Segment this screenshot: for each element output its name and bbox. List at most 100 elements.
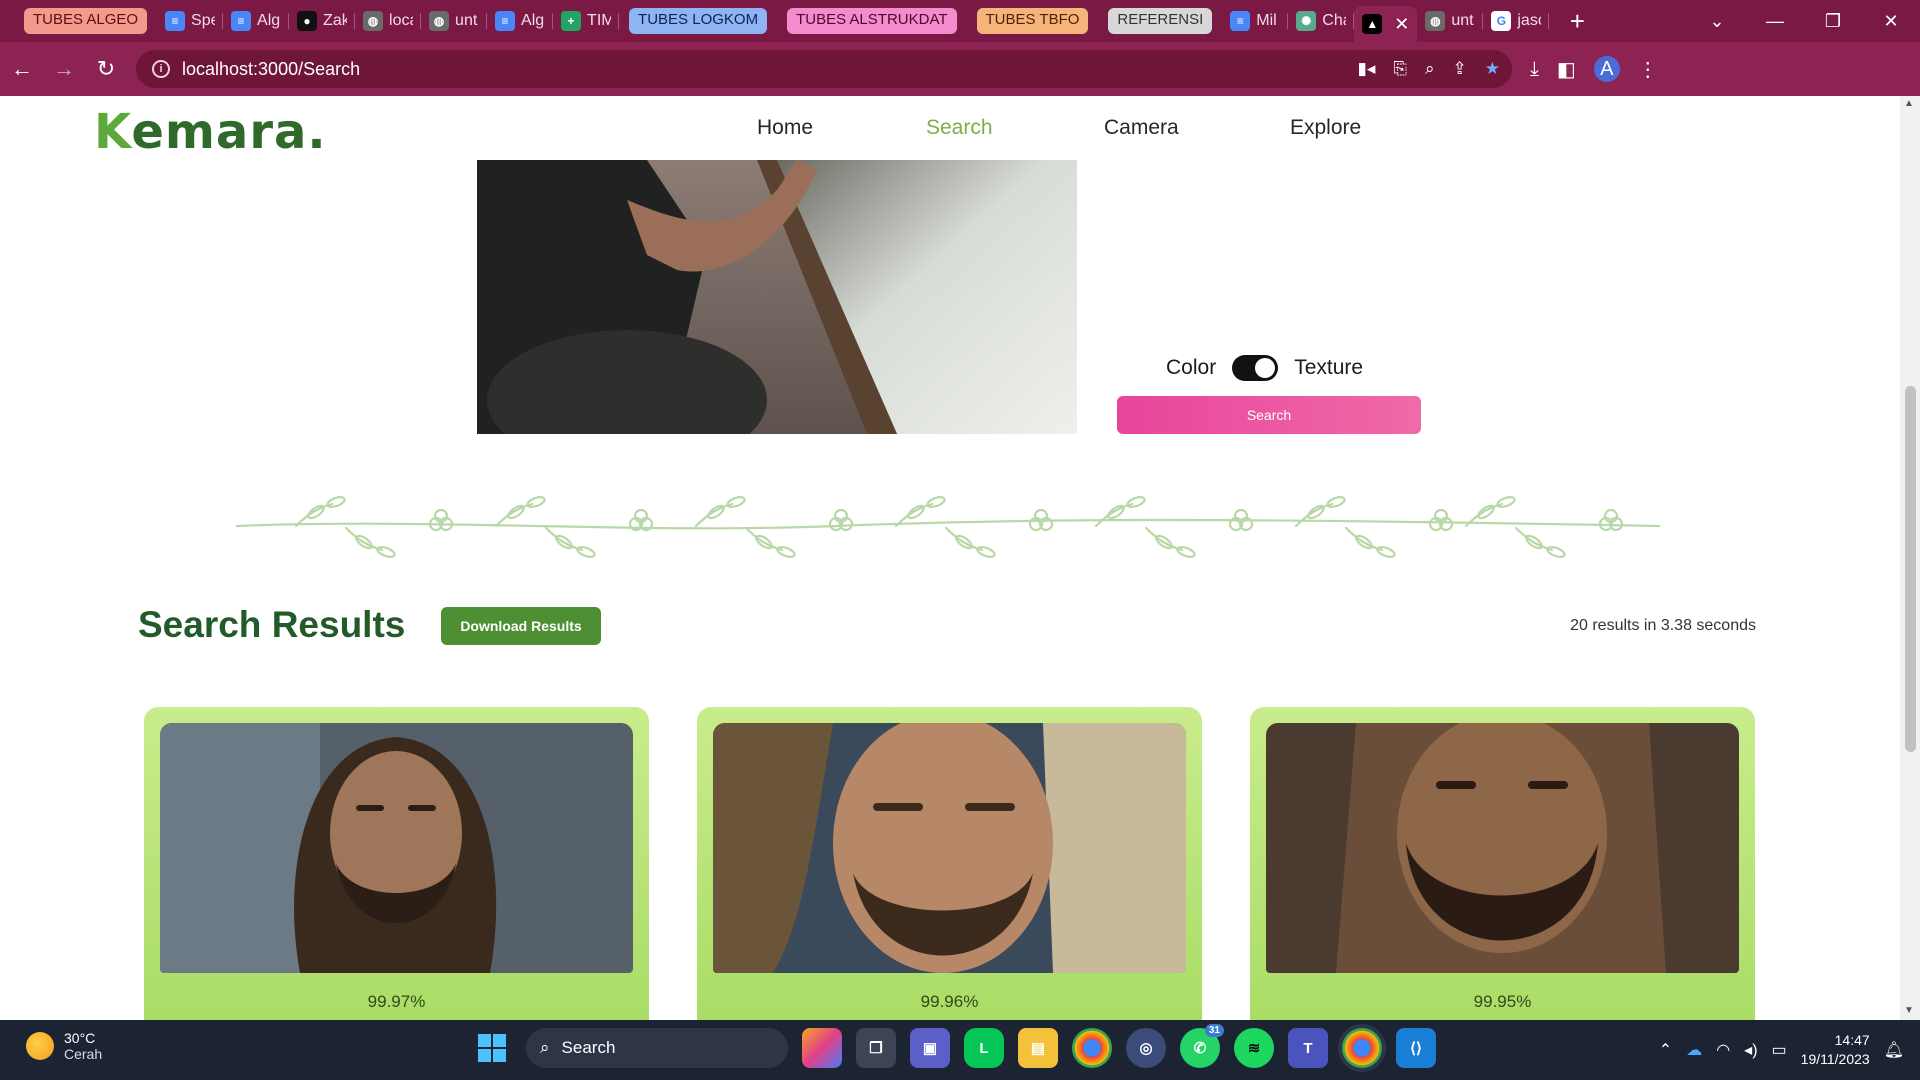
address-bar[interactable]: i localhost:3000/Search ▮◂ ⎘ ⌕ ⇪ ★ [136, 50, 1512, 88]
tab-group-chip[interactable]: TUBES TBFO [976, 8, 1089, 34]
system-clock[interactable]: 14:47 19/11/2023 [1801, 1031, 1870, 1069]
new-tab-button[interactable]: + [1563, 6, 1591, 37]
teams-chat-icon[interactable]: ▣ [910, 1028, 950, 1068]
result-card[interactable]: 99.97% [144, 707, 649, 1020]
browser-tab[interactable]: ≡ Alg [223, 6, 290, 36]
site-logo[interactable]: Kemara. [94, 104, 327, 160]
zoom-icon[interactable]: ⌕ [1425, 59, 1435, 79]
windows-start-icon[interactable] [472, 1028, 512, 1068]
spotify-icon[interactable]: ≋ [1234, 1028, 1274, 1068]
volume-icon[interactable]: ◂) [1744, 1040, 1757, 1060]
back-button[interactable]: ← [2, 49, 42, 89]
minimize-button[interactable]: — [1746, 11, 1804, 32]
profile-avatar[interactable]: A [1593, 56, 1620, 82]
search-button[interactable]: Search [1117, 396, 1421, 434]
taskbar-search[interactable]: ⌕ Search [526, 1028, 788, 1068]
tray-overflow-icon[interactable]: ⌃ [1659, 1040, 1672, 1060]
browser-tab[interactable]: ● Zak [289, 6, 356, 36]
vscode-icon[interactable]: ⟨⟩ [1396, 1028, 1436, 1068]
side-panel-icon[interactable]: ◧ [1557, 57, 1576, 82]
switch-knob [1255, 358, 1276, 378]
browser-tab[interactable]: ✺ Cha [1288, 6, 1355, 36]
download-icon[interactable]: ⤓ [1530, 58, 1539, 81]
notifications-bell-icon[interactable]: 🔔︎ [1884, 1040, 1904, 1060]
results-count: 20 results in 3.38 seconds [1570, 617, 1756, 634]
whatsapp-icon[interactable]: ✆ 31 [1180, 1024, 1224, 1068]
toggle-texture-label: Texture [1294, 356, 1364, 379]
restore-button[interactable]: ❐ [1804, 11, 1862, 32]
toolbar-actions: ⤓ ◧ A ⋮ [1530, 56, 1658, 82]
scroll-up-arrow[interactable]: ▲ [1904, 98, 1914, 109]
globe-icon: ◍ [363, 11, 384, 31]
tab-title: Alg [521, 12, 545, 29]
page-scrollbar[interactable]: ▲ ▼ [1900, 96, 1920, 1020]
browser-tab[interactable]: Gjaso [1483, 6, 1550, 36]
browser-toolbar: ← → ↻ i localhost:3000/Search ▮◂ ⎘ ⌕ ⇪ ★… [0, 42, 1920, 96]
clock-date: 19/11/2023 [1800, 1051, 1870, 1067]
translate-icon[interactable]: ⎘ [1393, 59, 1407, 79]
color-texture-toggle: Color Texture [1166, 355, 1363, 381]
tab-list: TUBES ALGEO ≡ Spe ≡ Alg ● Zak ◍ loca ◍ unt ≡ Alg + TIM… [14, 0, 1550, 42]
result-image [160, 723, 633, 973]
scrollbar-thumb[interactable] [1905, 386, 1916, 752]
copilot-icon[interactable] [802, 1028, 842, 1068]
result-card[interactable]: 99.95% [1250, 707, 1755, 1020]
wifi-icon[interactable]: ◠ [1716, 1040, 1730, 1060]
result-card[interactable]: 99.96% [697, 707, 1202, 1020]
nav-camera[interactable]: Camera [1104, 116, 1179, 140]
browser-tab[interactable]: ≡ Spe [157, 6, 224, 36]
globe-icon: ◍ [429, 11, 450, 31]
tab-title: Zak [323, 12, 348, 29]
forward-button[interactable]: → [44, 49, 84, 89]
tab-title: unt [1451, 12, 1474, 29]
mode-switch[interactable] [1232, 355, 1279, 381]
browser-tab[interactable]: ≡ Mil [1222, 6, 1289, 36]
weather-temp: 30°C [64, 1030, 96, 1046]
download-results-button[interactable]: Download Results [441, 607, 601, 645]
share-icon[interactable]: ⇪ [1453, 59, 1467, 79]
result-image [713, 723, 1186, 973]
menu-icon[interactable]: ⋮ [1638, 57, 1658, 82]
tab-title: unt [455, 12, 478, 29]
teams-icon[interactable]: T [1288, 1028, 1328, 1068]
university-app-icon[interactable]: ◎ [1126, 1028, 1166, 1068]
nav-search[interactable]: Search [926, 116, 993, 140]
nav-home[interactable]: Home [757, 116, 813, 140]
tab-search-icon[interactable]: ⌄ [1688, 11, 1746, 32]
battery-icon[interactable]: ▭ [1772, 1040, 1787, 1060]
site-info-icon[interactable]: i [152, 60, 170, 78]
browser-tab-active[interactable]: ▲ ✕ [1354, 6, 1418, 42]
browser-tab[interactable]: + TIM [553, 6, 620, 36]
chrome-profile-icon[interactable] [1342, 1028, 1382, 1068]
chrome-icon[interactable] [1072, 1028, 1112, 1068]
close-window-button[interactable]: ✕ [1862, 11, 1920, 32]
docs-icon: ≡ [495, 11, 516, 31]
tab-group-chip[interactable]: TUBES LOGKOM [629, 8, 768, 34]
bookmark-star-icon[interactable]: ★ [1485, 59, 1500, 79]
tab-title: Cha [1322, 12, 1346, 29]
weather-widget[interactable]: 30°C Cerah [26, 1030, 102, 1062]
browser-tab[interactable]: ≡ Alg [487, 6, 554, 36]
line-icon[interactable]: L [964, 1028, 1004, 1068]
docs-icon: ≡ [231, 11, 252, 31]
scroll-down-arrow[interactable]: ▼ [1904, 1005, 1914, 1016]
tab-group-chip[interactable]: TUBES ALGEO [24, 8, 148, 34]
google-icon: G [1491, 11, 1512, 31]
browser-tab[interactable]: ◍ loca [355, 6, 422, 36]
search-results-title: Search Results [138, 604, 406, 645]
window-controls: ⌄ — ❐ ✕ [1688, 0, 1920, 42]
camera-icon[interactable]: ▮◂ [1357, 59, 1375, 79]
nav-explore[interactable]: Explore [1290, 116, 1361, 140]
browser-tab[interactable]: ◍ unt [421, 6, 488, 36]
tab-group-chip[interactable]: REFERENSI [1108, 8, 1213, 34]
file-explorer-icon[interactable]: ▤ [1018, 1028, 1058, 1068]
taskbar-apps: ⌕ Search ❐ ▣ L ▤ ◎ ✆ 31 ≋ T ⟨⟩ [472, 1024, 1436, 1068]
browser-tab[interactable]: ◍ unt [1417, 6, 1484, 36]
onedrive-icon[interactable]: ☁ [1686, 1040, 1702, 1060]
reload-button[interactable]: ↻ [86, 49, 126, 89]
tab-group-chip[interactable]: TUBES ALSTRUKDAT [787, 8, 957, 34]
tab-close-icon[interactable]: ✕ [1394, 14, 1409, 35]
toggle-color-label: Color [1166, 356, 1217, 379]
task-view-icon[interactable]: ❐ [856, 1028, 896, 1068]
globe-icon: ◍ [1425, 11, 1446, 31]
